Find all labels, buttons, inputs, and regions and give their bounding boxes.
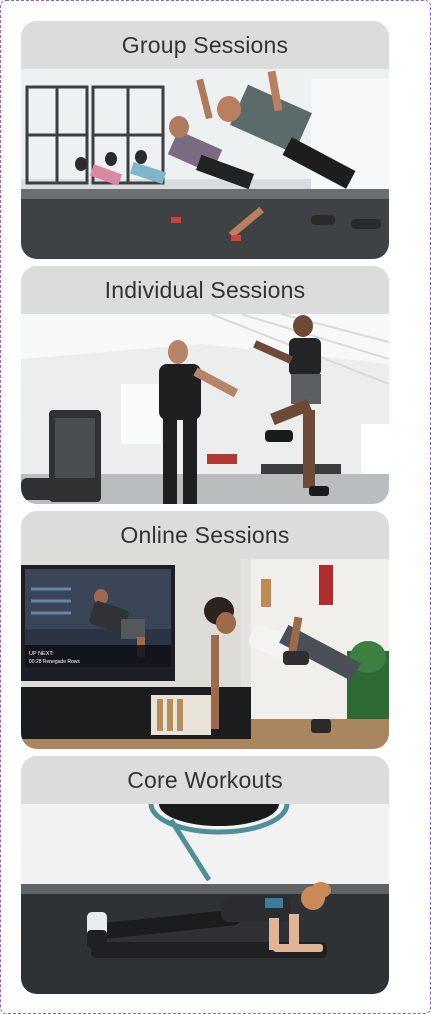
card-title: Group Sessions <box>21 21 389 69</box>
card-title: Online Sessions <box>21 511 389 559</box>
plank-workout-photo <box>21 804 389 994</box>
group-workout-photo <box>21 69 389 259</box>
group-sessions-card[interactable]: Group Sessions <box>21 21 389 259</box>
card-title: Individual Sessions <box>21 266 389 314</box>
tv-overlay-up-next: UP NEXT: <box>29 651 54 657</box>
personal-trainer-photo <box>21 314 389 504</box>
individual-sessions-card[interactable]: Individual Sessions <box>21 266 389 504</box>
core-workouts-card[interactable]: Core Workouts <box>21 756 389 994</box>
card-title: Core Workouts <box>21 756 389 804</box>
page-frame: Group Sessions Individual Sessions Onlin… <box>0 0 431 1014</box>
online-workout-photo: UP NEXT: 00:28 Renegade Rows <box>21 559 389 749</box>
online-sessions-card[interactable]: Online Sessions UP NEXT: 00:28 Renegade … <box>21 511 389 749</box>
tv-overlay-exercise: 00:28 Renegade Rows <box>29 659 80 665</box>
